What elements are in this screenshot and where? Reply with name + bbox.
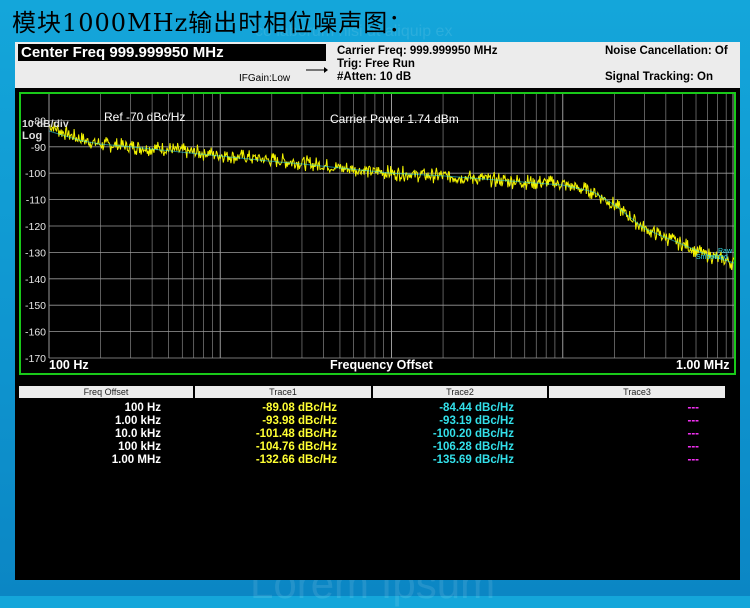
y-tick-label: -110 <box>26 195 46 207</box>
y-tick-label: -130 <box>25 247 46 259</box>
trace1-cell: -89.08 dBc/Hz <box>262 402 337 414</box>
y-tick-label: -100 <box>25 168 46 180</box>
y-tick-label: -170 <box>25 353 46 365</box>
trace2-cell: -93.19 dBc/Hz <box>439 415 514 427</box>
offset-cell: 1.00 MHz <box>111 454 161 466</box>
carrier-power-label: Carrier Power 1.74 dBm <box>330 112 459 126</box>
header-trace1: Trace1 <box>195 386 371 398</box>
table-row: 1.00 MHz -132.66 dBc/Hz -135.69 dBc/Hz -… <box>19 454 725 467</box>
trace2-cell: -135.69 dBc/Hz <box>432 454 514 466</box>
x-axis-title: Frequency Offset <box>330 358 434 372</box>
table-row: 1.00 kHz -93.98 dBc/Hz -93.19 dBc/Hz --- <box>19 415 725 428</box>
page-title: 模块1000MHz输出时相位噪声图： <box>12 9 414 37</box>
trace1-cell: -101.48 dBc/Hz <box>255 428 337 440</box>
y-tick-label: -90 <box>31 142 46 154</box>
y-tick-label: -120 <box>25 221 46 233</box>
header-freq-offset: Freq Offset <box>19 386 193 398</box>
trace2-cell: -106.28 dBc/Hz <box>432 441 514 453</box>
offset-cell: 1.00 kHz <box>114 415 161 427</box>
table-row: 100 Hz -89.08 dBc/Hz -84.44 dBc/Hz --- <box>19 402 725 415</box>
offset-cell: 100 kHz <box>118 441 161 453</box>
trace1-cell: -104.76 dBc/Hz <box>255 441 337 453</box>
trace3-cell: --- <box>687 402 700 414</box>
x-stop-label: 1.00 MHz <box>676 358 730 372</box>
trig-label: Trig: Free Run <box>337 58 415 70</box>
phase-noise-plot: -80 -90 -100 -110 -120 -130 -140 -150 -160 -170 1… <box>19 92 736 375</box>
table-row: 10.0 kHz -101.48 dBc/Hz -100.20 dBc/Hz -… <box>19 428 725 441</box>
offset-cell: 100 Hz <box>124 402 161 414</box>
signal-tracking-label: Signal Tracking: On <box>605 71 713 83</box>
carrier-freq-label: Carrier Freq: 999.999950 MHz <box>337 45 498 57</box>
grid-layer: -80-90-100-110-120-130-140-150-160-170 <box>25 94 734 365</box>
y-tick-label: -140 <box>25 274 46 286</box>
table-header: Freq Offset Trace1 Trace2 Trace3 <box>19 386 725 398</box>
trace3-cell: --- <box>687 441 700 453</box>
y-tick-label: -150 <box>25 300 46 312</box>
scale-label-1: 10 dB/div <box>22 118 69 130</box>
header-trace2: Trace2 <box>373 386 547 398</box>
offset-cell: 10.0 kHz <box>114 428 161 440</box>
marker-table: Freq Offset Trace1 Trace2 Trace3 100 Hz … <box>19 386 736 576</box>
noise-cancellation-label: Noise Cancellation: Of <box>605 45 728 57</box>
analyzer-header: Center Freq 999.999950 MHz IFGain:Low Ca… <box>15 42 740 88</box>
arrow-icon <box>306 67 328 73</box>
trace3-cell: --- <box>687 415 700 427</box>
table-row: 100 kHz -104.76 dBc/Hz -106.28 dBc/Hz --… <box>19 441 725 454</box>
x-start-label: 100 Hz <box>49 358 89 372</box>
ifgain-label: IFGain:Low <box>239 73 291 84</box>
scale-label-2: Log <box>22 130 42 142</box>
y-tick-label: -160 <box>25 327 46 339</box>
trace3-cell: --- <box>687 454 700 466</box>
trace1-cell: -93.98 dBc/Hz <box>262 415 337 427</box>
header-trace3: Trace3 <box>549 386 725 398</box>
chart-svg: -80-90-100-110-120-130-140-150-160-170 1… <box>22 94 734 372</box>
trace-label-smoothed: Smoothed <box>696 254 728 261</box>
trace2-cell: -100.20 dBc/Hz <box>432 428 514 440</box>
center-freq-label[interactable]: Center Freq 999.999950 MHz <box>18 44 326 61</box>
atten-label: #Atten: 10 dB <box>337 71 412 83</box>
ref-label: Ref -70 dBc/Hz <box>104 110 185 124</box>
trace3-cell: --- <box>687 428 700 440</box>
trace1-cell: -132.66 dBc/Hz <box>255 454 337 466</box>
analyzer-screen: Center Freq 999.999950 MHz IFGain:Low Ca… <box>15 42 740 580</box>
trace2-cell: -84.44 dBc/Hz <box>439 402 514 414</box>
